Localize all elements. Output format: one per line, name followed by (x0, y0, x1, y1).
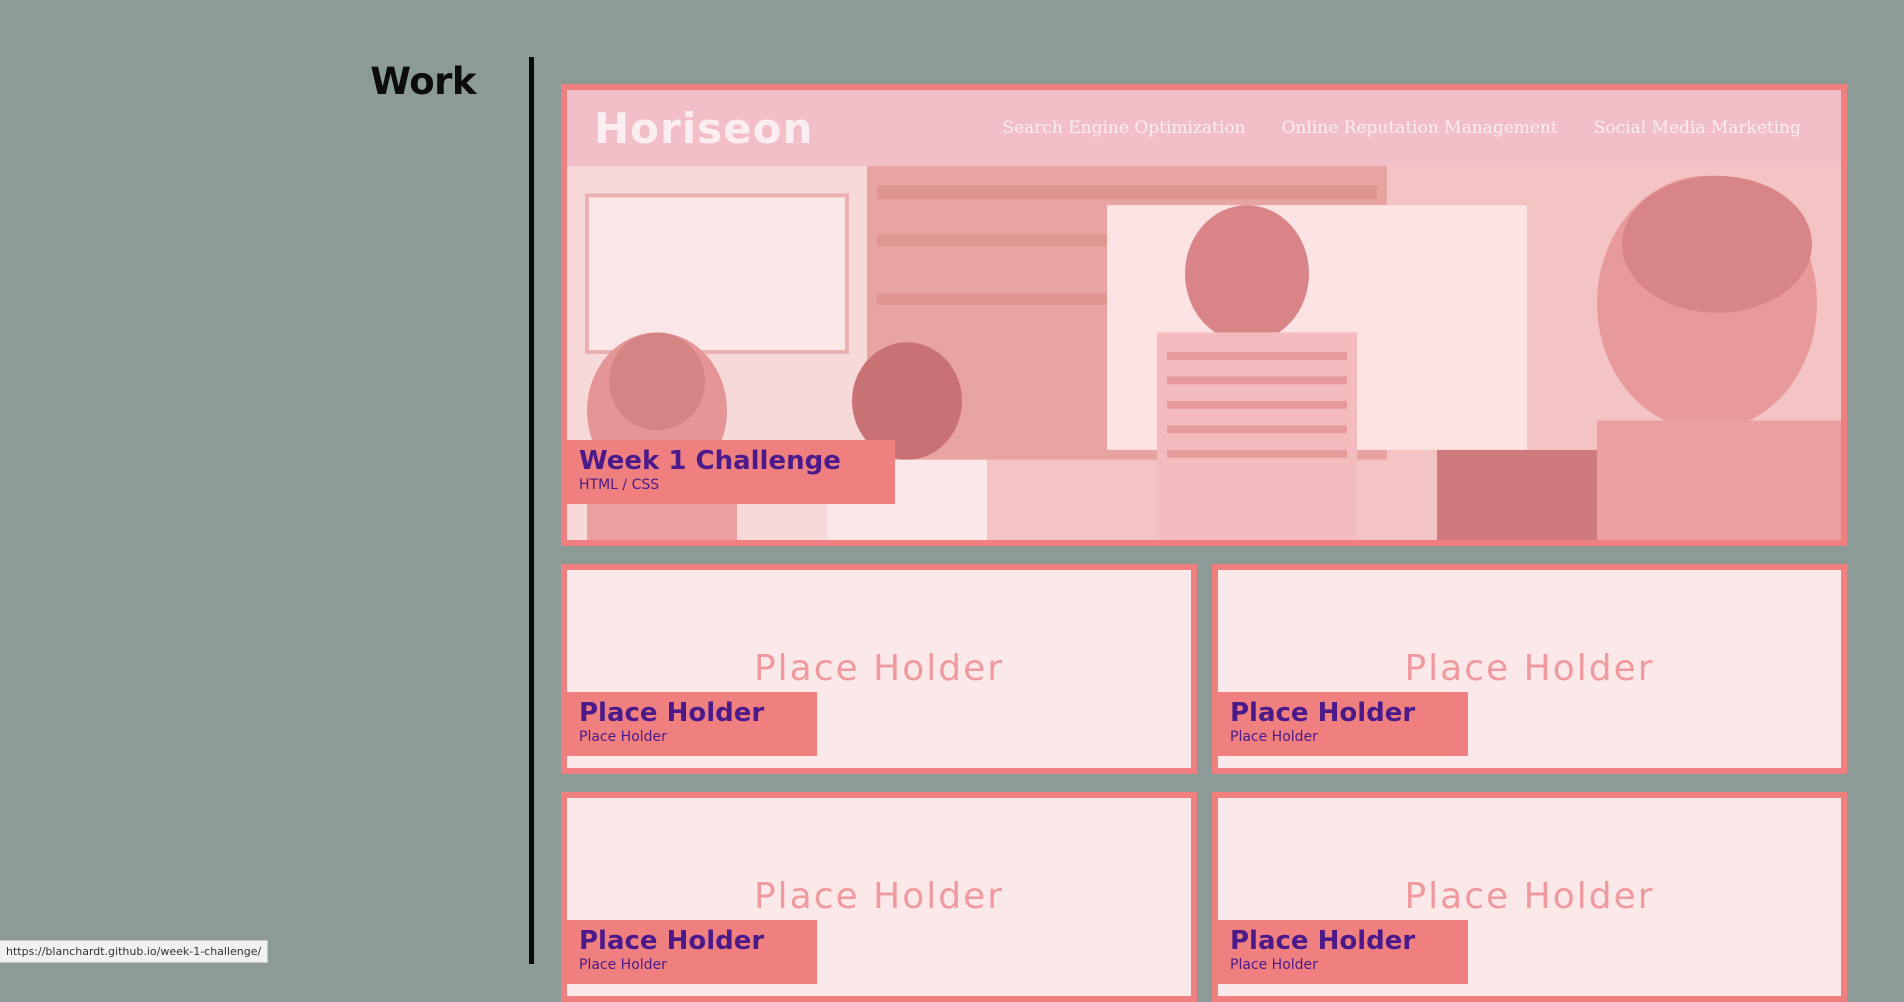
project-preview[interactable]: Place Holder Place Holder Place Holder (567, 570, 1191, 768)
nav-link-reputation[interactable]: Online Reputation Management (1282, 118, 1558, 138)
project-card[interactable]: Place Holder Place Holder Place Holder (1212, 792, 1847, 1002)
project-preview[interactable]: Place Holder Place Holder Place Holder (1218, 798, 1841, 996)
project-caption: Place Holder Place Holder (567, 692, 817, 756)
placeholder-image-text: Place Holder (753, 648, 1005, 689)
nav-link-social-media[interactable]: Social Media Marketing (1594, 118, 1801, 138)
browser-status-bar-url: https://blanchardt.github.io/week-1-chal… (0, 940, 269, 963)
project-caption: Place Holder Place Holder (1218, 692, 1468, 756)
site-logo[interactable]: Horiseon (594, 104, 813, 153)
placeholder-image-text: Place Holder (753, 876, 1005, 917)
project-title[interactable]: Place Holder (1230, 926, 1456, 956)
project-caption: Place Holder Place Holder (1218, 920, 1468, 984)
project-subtitle: Place Holder (579, 729, 667, 745)
project-preview[interactable]: Place Holder Place Holder Place Holder (567, 798, 1191, 996)
project-title[interactable]: Place Holder (1230, 698, 1456, 728)
project-preview[interactable]: Place Holder Place Holder Place Holder (1218, 570, 1841, 768)
project-subtitle: Place Holder (579, 957, 667, 973)
project-card[interactable]: Place Holder Place Holder Place Holder (561, 564, 1197, 774)
placeholder-image-text: Place Holder (1404, 648, 1655, 689)
project-subtitle: Place Holder (1230, 957, 1318, 973)
section-heading-work: Work (370, 60, 476, 103)
project-title[interactable]: Place Holder (579, 698, 805, 728)
project-caption: Place Holder Place Holder (567, 920, 817, 984)
project-subtitle: HTML / CSS (579, 477, 660, 493)
project-caption: Week 1 Challenge HTML / CSS (567, 440, 895, 504)
nav-link-seo[interactable]: Search Engine Optimization (1002, 118, 1245, 138)
project-card[interactable]: Place Holder Place Holder Place Holder (1212, 564, 1847, 774)
project-title[interactable]: Week 1 Challenge (579, 446, 883, 476)
site-nav: Search Engine Optimization Online Reputa… (1002, 118, 1801, 138)
placeholder-image-text: Place Holder (1404, 876, 1655, 917)
project-card[interactable]: Place Holder Place Holder Place Holder (561, 792, 1197, 1002)
featured-project-preview[interactable]: Horiseon Search Engine Optimization Onli… (567, 90, 1841, 540)
site-header: Horiseon Search Engine Optimization Onli… (567, 90, 1841, 166)
project-subtitle: Place Holder (1230, 729, 1318, 745)
project-title[interactable]: Place Holder (579, 926, 805, 956)
featured-project-card[interactable]: Horiseon Search Engine Optimization Onli… (561, 84, 1847, 546)
vertical-divider (529, 57, 534, 964)
